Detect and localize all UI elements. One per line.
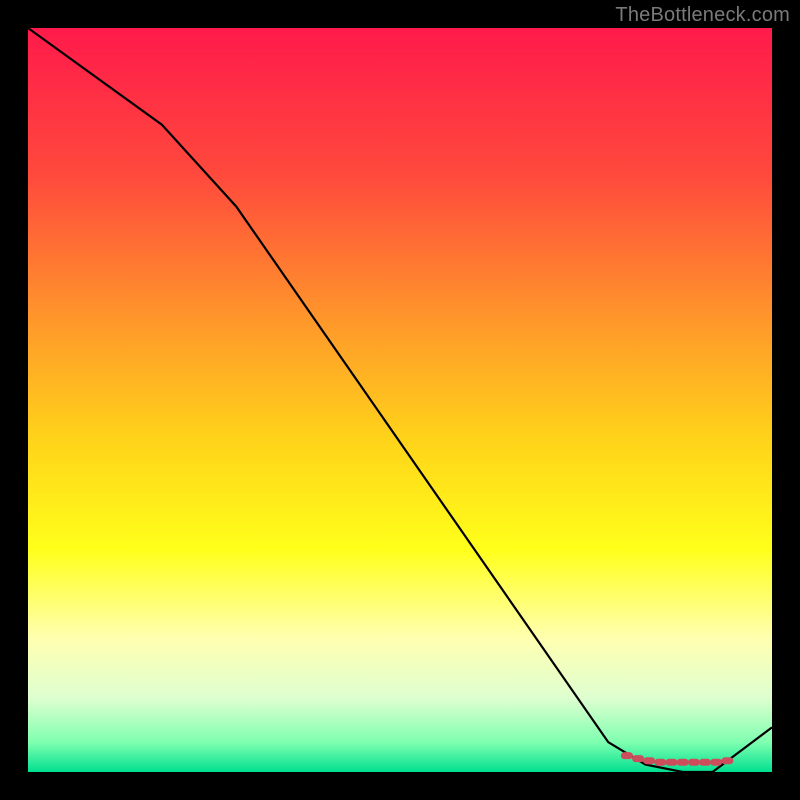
- optimal-marker: [666, 759, 678, 766]
- chart-container: TheBottleneck.com: [0, 0, 800, 800]
- optimal-marker: [654, 759, 666, 766]
- watermark-text: TheBottleneck.com: [615, 4, 790, 27]
- optimal-marker: [721, 757, 733, 764]
- optimal-marker: [677, 759, 689, 766]
- plot-background: [28, 28, 772, 772]
- optimal-marker: [621, 752, 633, 759]
- chart-svg: [0, 0, 800, 800]
- optimal-marker: [688, 759, 700, 766]
- optimal-marker: [699, 759, 711, 766]
- optimal-marker: [710, 759, 722, 766]
- optimal-marker: [643, 757, 655, 764]
- optimal-marker: [632, 755, 644, 762]
